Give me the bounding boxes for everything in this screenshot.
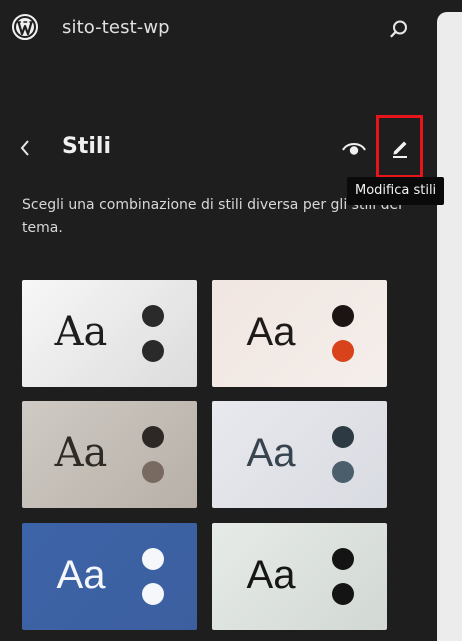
palette-swatch [332,340,354,362]
palette-swatch [142,305,164,327]
wordpress-icon[interactable] [12,14,38,40]
palette-swatch [332,583,354,605]
palette-swatch [332,548,354,570]
style-typography-sample: Aa [54,309,108,355]
pencil-icon [392,141,407,158]
search-icon [390,20,407,38]
palette-swatch [142,583,164,605]
style-typography-sample: Aa [56,553,106,597]
style-variation-card[interactable]: Aa [212,523,387,630]
palette-swatch [142,426,164,448]
style-typography-sample: Aa [246,310,296,354]
search-button[interactable] [386,16,412,42]
palette-swatch [142,461,164,483]
edit-styles-button[interactable] [376,115,423,178]
tooltip-edit-styles: Modifica stili [347,177,445,205]
palette-swatch [142,340,164,362]
style-variation-card[interactable]: Aa [22,401,197,508]
chevron-left-icon [20,140,29,156]
palette-swatch [332,461,354,483]
site-editor-sidebar: sito-test-wp Stili Modifica stili Scegli… [0,0,462,641]
palette-swatch [142,548,164,570]
back-button[interactable] [14,136,36,160]
editor-canvas-edge[interactable] [437,12,462,641]
panel-title: Stili [62,134,111,159]
style-variation-card[interactable]: Aa [22,280,197,387]
style-typography-sample: Aa [54,430,108,476]
style-typography-sample: Aa [246,553,296,597]
style-variation-card[interactable]: Aa [212,401,387,508]
style-variation-card[interactable]: Aa [22,523,197,630]
palette-swatch [332,305,354,327]
top-bar: sito-test-wp [0,0,436,56]
palette-swatch [332,426,354,448]
preview-styles-button[interactable] [340,136,368,160]
style-variation-card[interactable]: Aa [212,280,387,387]
site-title[interactable]: sito-test-wp [62,17,170,38]
style-typography-sample: Aa [246,431,296,475]
eye-icon [342,143,366,155]
